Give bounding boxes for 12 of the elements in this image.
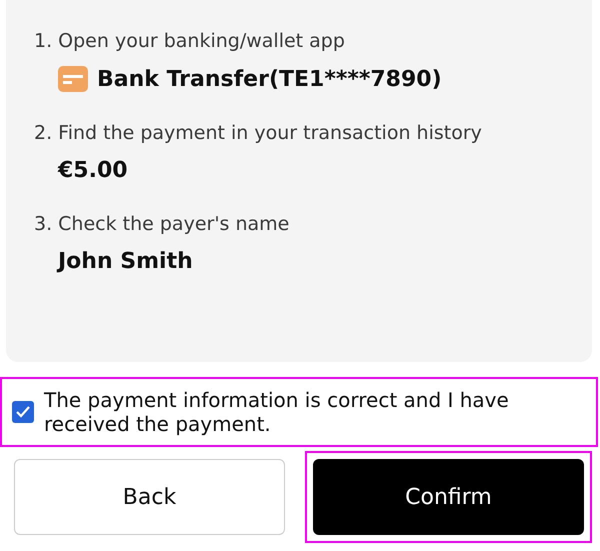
checkmark-icon xyxy=(16,406,30,418)
confirmation-text: The payment information is correct and I have received the payment. xyxy=(44,388,510,436)
confirm-button[interactable]: Confirm xyxy=(313,459,584,535)
step-value: Bank Transfer(TE1****7890) xyxy=(97,66,442,92)
checkbox[interactable] xyxy=(12,401,34,423)
step-label: 3. Check the payer's name xyxy=(34,213,290,235)
step-value: €5.00 xyxy=(58,158,128,183)
step-label: 2. Find the payment in your transaction history xyxy=(34,122,483,144)
back-button[interactable]: Back xyxy=(14,459,285,535)
step-label: 1. Open your banking/wallet app xyxy=(34,30,346,52)
card-icon xyxy=(58,66,88,92)
step-value: John Smith xyxy=(58,249,193,274)
